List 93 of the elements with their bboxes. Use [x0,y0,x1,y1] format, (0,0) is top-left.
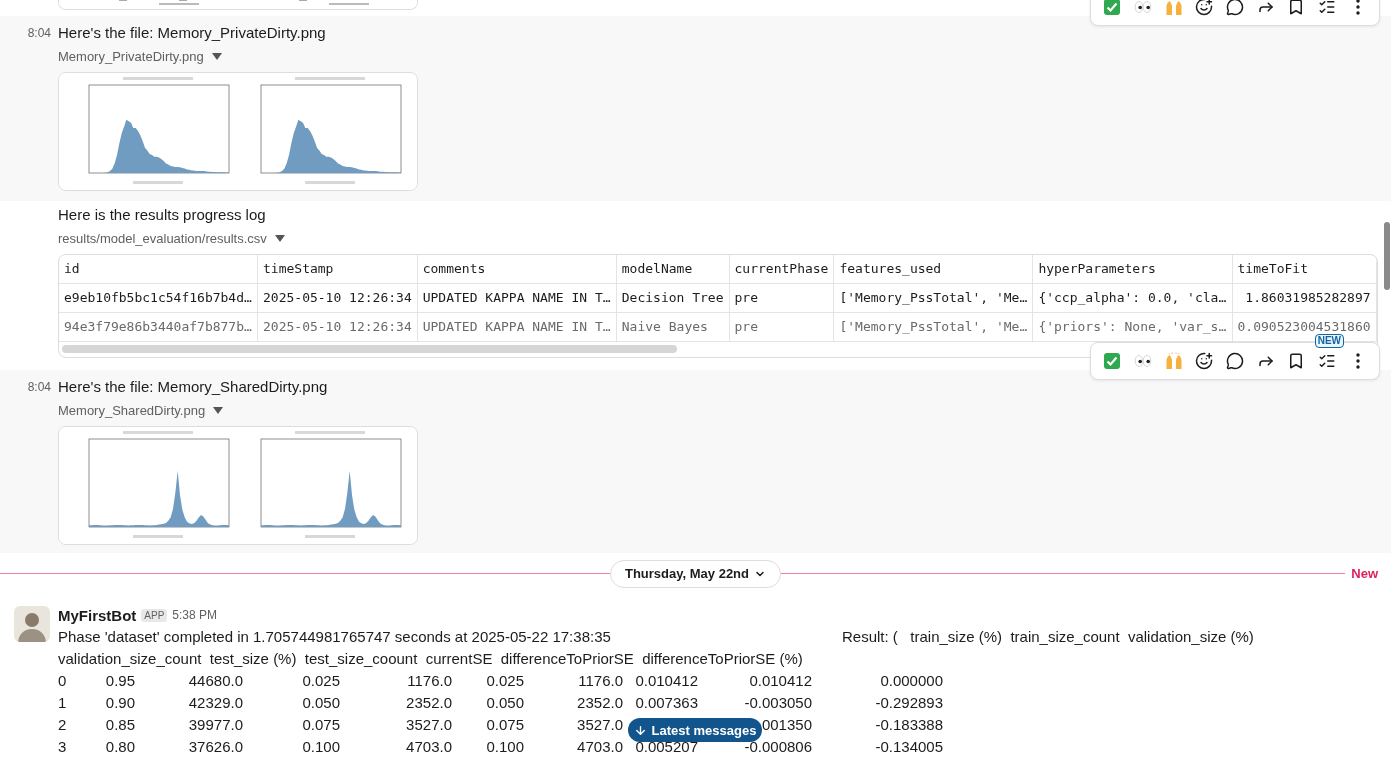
table-cell: UPDATED KAPPA NAME IN T… [417,283,617,313]
file-name-toggle[interactable]: Memory_PrivateDirty.png [58,47,222,66]
message-text: Phase 'dataset' completed in 1.705744981765747 seconds at 2025-05-22 17:38:35 [58,627,612,647]
data-value: -0.292893 [875,694,943,711]
data-value: 42329.0 [188,694,243,711]
data-value: 1176.0 [407,672,452,689]
eyes-icon [1134,353,1152,368]
caret-icon [274,235,285,243]
data-value: -0.183388 [875,716,943,733]
data-value: 0.95 [105,672,135,689]
table-cell: 2025-05-10 12:26:34 [257,312,418,342]
column-header: modelName [616,254,729,284]
data-value: 0.025 [486,672,524,689]
message-text: validation_size_count test_size (%) test_size_coount currentSE differenceToPriorSE differenceToPriorSE (%) [58,649,804,669]
column-header: currentPhase [729,254,834,284]
table-cell: e9eb10fb5bc1c54f16b7b4d… [59,283,258,313]
data-value: 37626.0 [188,738,243,755]
column-header: features_used [833,254,1033,284]
speech-bubble-icon [1225,351,1244,370]
column-header: hyperParameters [1032,254,1233,284]
file-name-toggle[interactable]: results/model_evaluation/results.csv [58,229,285,248]
caret-icon [211,53,222,61]
data-value: -0.003050 [744,694,812,711]
message-time[interactable]: 8:04 [0,375,58,398]
data-value: 001350 [761,716,812,733]
data-value: 0.007363 [635,694,698,711]
data-value: 0.80 [105,738,135,755]
table-cell: {'ccp_alpha': 0.0, 'cla… [1032,283,1233,313]
table-cell: ['Memory_PssTotal', 'Me… [833,312,1033,342]
data-value: -0.134005 [875,738,943,755]
more-icon [1355,0,1360,15]
down-arrow-icon [633,723,647,737]
data-value: 44680.0 [188,672,243,689]
table-cell: Naive Bayes [616,312,729,342]
message-text: Result: ( train_size (%) train_size_count validation_size (%) [842,627,1255,647]
data-value: 2352.0 [577,694,623,711]
data-value: 3527.0 [406,716,452,733]
table-cell: pre [729,283,834,313]
checklist-icon [1317,0,1336,16]
data-value: 0.075 [486,716,524,733]
data-value: 2352.0 [406,694,452,711]
bot-avatar[interactable] [14,606,50,642]
more-icon [1355,352,1360,369]
table-cell: Decision Tree [616,283,729,313]
column-header: comments [417,254,617,284]
column-header: id [59,254,258,284]
data-value: 0.010412 [749,672,812,689]
message-text: Here is the results progress log [58,204,266,225]
caret-icon [213,407,224,415]
data-value: 2 [58,716,67,733]
date-divider-button[interactable]: Thursday, May 22nd [610,559,781,588]
data-value: 0 [58,672,67,689]
data-value: 0.050 [486,694,524,711]
data-value: 3 [58,738,67,755]
data-value: 39977.0 [188,716,243,733]
data-value: 0.000000 [880,672,943,689]
smile-plus-icon [1195,0,1214,16]
latest-messages-button[interactable]: Latest messages [628,718,762,742]
data-value: 0.025 [302,672,340,689]
column-header: timeToFit [1232,254,1377,284]
data-value: 0.100 [302,738,340,755]
table-cell: 2025-05-10 12:26:34 [257,283,418,313]
table-cell: ['Memory_PssTotal', 'Me… [833,283,1033,313]
file-name-toggle[interactable]: Memory_SharedDirty.png [58,401,224,420]
sender-name[interactable]: MyFirstBot [58,606,137,624]
table-cell: pre [729,312,834,342]
message-time[interactable]: 8:04 [0,21,58,44]
data-value: 1 [58,694,67,711]
column-header: timeStamp [257,254,418,284]
check-mark-icon [1103,351,1122,370]
new-messages-label: New [1351,566,1378,582]
app-badge: APP [141,608,168,622]
message-text: Here's the file: Memory_SharedDirty.png [58,376,328,397]
data-value: 0.100 [486,738,524,755]
table-cell: UPDATED KAPPA NAME IN T… [417,312,617,342]
data-value: 0.050 [302,694,340,711]
speech-bubble-icon [1225,0,1244,16]
smile-plus-icon [1195,351,1214,370]
data-value: 1176.0 [578,672,623,689]
table-cell: 1.86031985282897 [1232,283,1377,313]
table-cell: {'priors': None, 'var_s… [1032,312,1233,342]
horizontal-scrollbar-thumb[interactable] [62,345,677,354]
data-value: 0.075 [302,716,340,733]
data-value: 4703.0 [577,738,623,755]
message-time[interactable]: 5:38 PM [172,608,218,622]
data-value: 3527.0 [577,716,623,733]
data-value: 0.85 [105,716,135,733]
data-value: 0.90 [105,694,135,711]
vertical-scrollbar-thumb[interactable] [1384,222,1390,290]
message-text: Here's the file: Memory_PrivateDirty.png [58,22,326,43]
data-value: 4703.0 [406,738,452,755]
table-cell: 94e3f79e86b3440af7b877b… [59,312,258,342]
data-value: 0.010412 [635,672,698,689]
